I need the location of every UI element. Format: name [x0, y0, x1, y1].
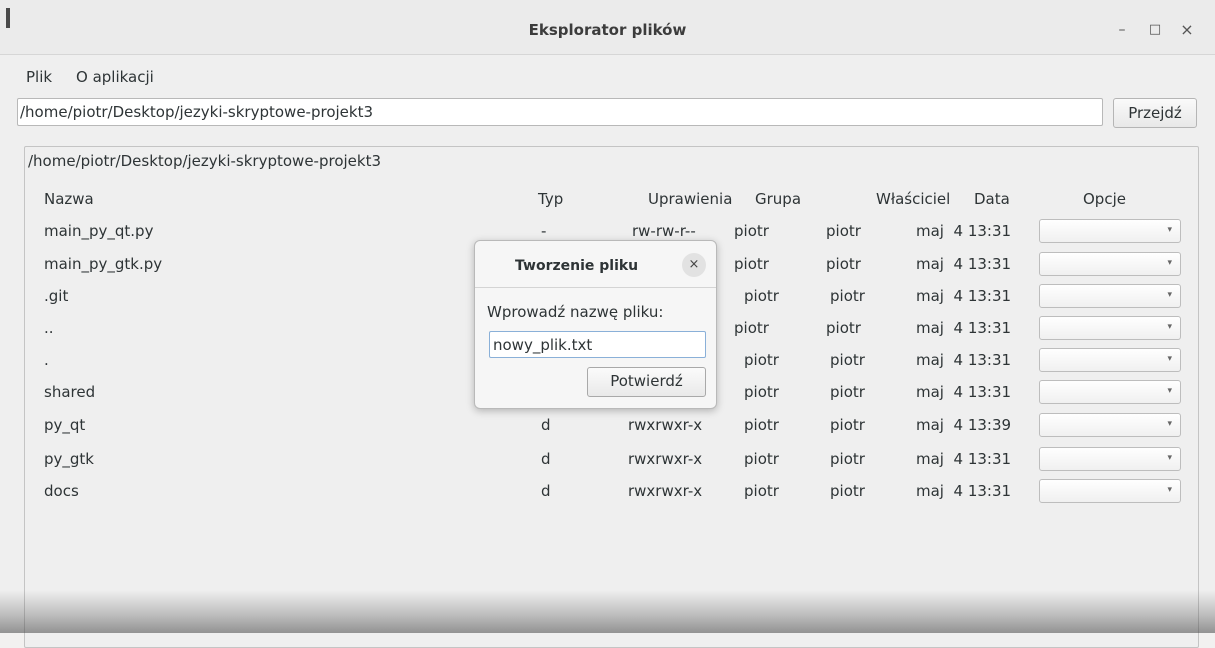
column-header-owner: Właściciel — [876, 190, 951, 208]
file-permissions: rw-rw-r-- — [632, 222, 696, 240]
title-bar[interactable]: Eksplorator plików – □ × — [0, 0, 1215, 55]
menu-item-plik[interactable]: Plik — [26, 68, 52, 86]
chevron-down-icon: ▾ — [1167, 322, 1172, 332]
chevron-down-icon: ▾ — [1167, 386, 1172, 396]
file-date: maj 4 13:31 — [916, 319, 1012, 337]
chevron-down-icon: ▾ — [1167, 453, 1172, 463]
file-name[interactable]: py_gtk — [44, 450, 94, 468]
file-date: maj 4 13:39 — [916, 416, 1012, 434]
confirm-button[interactable]: Potwierdź — [587, 367, 706, 397]
chevron-down-icon: ▾ — [1167, 354, 1172, 364]
file-permissions: rwxrwxr-x — [628, 450, 703, 468]
options-dropdown[interactable]: ▾ — [1039, 284, 1181, 308]
file-type: - — [541, 222, 547, 240]
file-type: d — [541, 416, 551, 434]
options-dropdown[interactable]: ▾ — [1039, 479, 1181, 503]
file-explorer-window: Eksplorator plików – □ × Plik O aplikacj… — [0, 0, 1215, 648]
chevron-down-icon: ▾ — [1167, 419, 1172, 429]
file-date: maj 4 13:31 — [916, 383, 1012, 401]
file-owner: piotr — [830, 450, 865, 468]
options-dropdown[interactable]: ▾ — [1039, 252, 1181, 276]
column-header-date: Data — [974, 190, 1010, 208]
chevron-down-icon: ▾ — [1167, 290, 1172, 300]
column-header-name: Nazwa — [44, 190, 94, 208]
file-group: piotr — [744, 351, 779, 369]
window-title: Eksplorator plików — [528, 21, 687, 39]
file-date: maj 4 13:31 — [916, 351, 1012, 369]
file-owner: piotr — [826, 222, 861, 240]
directory-frame-label: /home/piotr/Desktop/jezyki-skryptowe-pro… — [28, 152, 382, 170]
file-name[interactable]: docs — [44, 482, 79, 500]
file-group: piotr — [744, 383, 779, 401]
file-permissions: rwxrwxr-x — [628, 482, 703, 500]
file-type: d — [541, 482, 551, 500]
file-owner: piotr — [830, 351, 865, 369]
maximize-button[interactable]: □ — [1143, 16, 1167, 40]
file-owner: piotr — [830, 383, 865, 401]
file-date: maj 4 13:31 — [916, 450, 1012, 468]
go-button[interactable]: Przejdź — [1113, 98, 1197, 128]
file-name[interactable]: .git — [44, 287, 68, 305]
options-dropdown[interactable]: ▾ — [1039, 316, 1181, 340]
file-name[interactable]: shared — [44, 383, 95, 401]
file-name[interactable]: . — [44, 351, 49, 369]
minimize-button[interactable]: – — [1110, 16, 1134, 40]
chevron-down-icon: ▾ — [1167, 225, 1172, 235]
file-name-prompt: Wprowadź nazwę pliku: — [487, 303, 664, 321]
menu-bar: Plik O aplikacji — [0, 62, 400, 90]
options-dropdown[interactable]: ▾ — [1039, 348, 1181, 372]
file-name[interactable]: .. — [44, 319, 54, 337]
menu-item-o-aplikacji[interactable]: O aplikacji — [76, 68, 154, 86]
file-owner: piotr — [830, 287, 865, 305]
dialog-close-button[interactable]: × — [682, 253, 706, 277]
file-permissions: rwxrwxr-x — [628, 416, 703, 434]
file-owner: piotr — [826, 255, 861, 273]
column-header-type: Typ — [538, 190, 564, 208]
chevron-down-icon: ▾ — [1167, 485, 1172, 495]
column-header-group: Grupa — [755, 190, 802, 208]
options-dropdown[interactable]: ▾ — [1039, 447, 1181, 471]
file-group: piotr — [744, 287, 779, 305]
file-name[interactable]: py_qt — [44, 416, 85, 434]
file-group: piotr — [734, 319, 769, 337]
file-date: maj 4 13:31 — [916, 482, 1012, 500]
options-dropdown[interactable]: ▾ — [1039, 413, 1181, 437]
path-input[interactable] — [17, 98, 1103, 126]
file-group: piotr — [744, 482, 779, 500]
options-dropdown[interactable]: ▾ — [1039, 219, 1181, 243]
create-file-dialog: Tworzenie pliku × Wprowadź nazwę pliku: … — [474, 240, 717, 409]
file-date: maj 4 13:31 — [916, 255, 1012, 273]
options-dropdown[interactable]: ▾ — [1039, 380, 1181, 404]
dialog-header[interactable]: Tworzenie pliku × — [475, 241, 716, 288]
column-header-permissions: Uprawienia — [648, 190, 733, 208]
file-group: piotr — [744, 450, 779, 468]
file-date: maj 4 13:31 — [916, 287, 1012, 305]
file-group: piotr — [744, 416, 779, 434]
file-group: piotr — [734, 255, 769, 273]
file-date: maj 4 13:31 — [916, 222, 1012, 240]
file-group: piotr — [734, 222, 769, 240]
file-type: d — [541, 450, 551, 468]
file-owner: piotr — [830, 482, 865, 500]
file-owner: piotr — [830, 416, 865, 434]
file-name-input[interactable] — [489, 331, 706, 358]
file-name[interactable]: main_py_gtk.py — [44, 255, 162, 273]
dialog-title: Tworzenie pliku — [515, 258, 639, 274]
close-window-button[interactable]: × — [1175, 16, 1199, 40]
bottom-shadow — [0, 590, 1215, 633]
chevron-down-icon: ▾ — [1167, 258, 1172, 268]
file-name[interactable]: main_py_qt.py — [44, 222, 153, 240]
file-owner: piotr — [826, 319, 861, 337]
column-header-options: Opcje — [1083, 190, 1126, 208]
